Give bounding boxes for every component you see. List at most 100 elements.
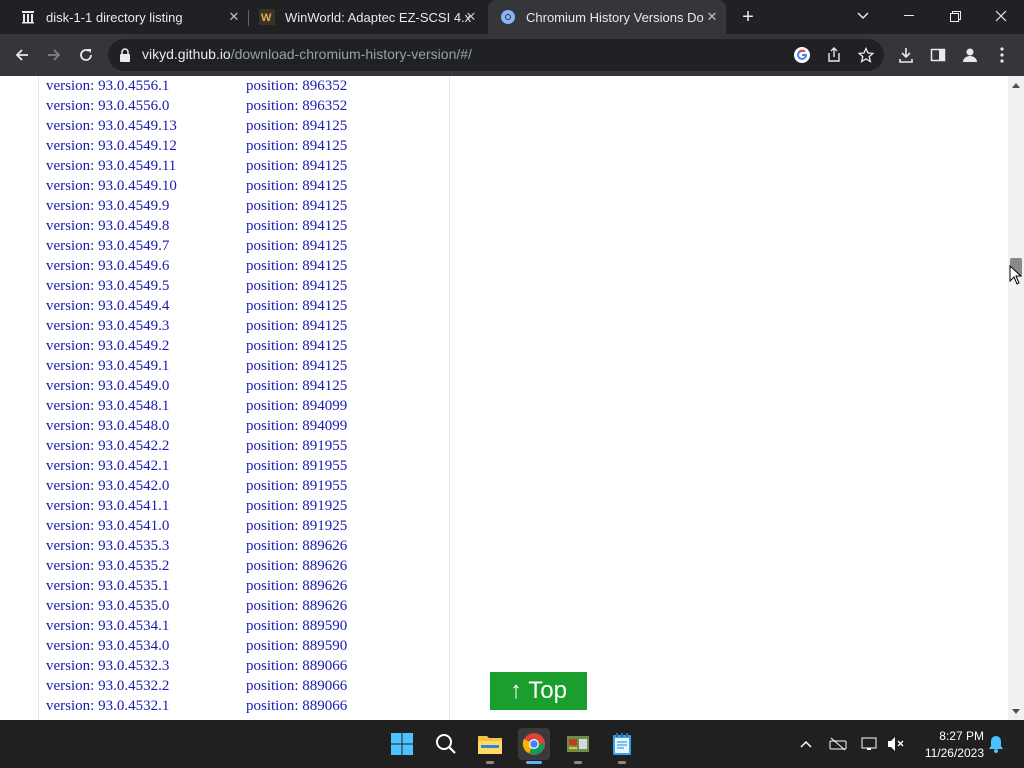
new-tab-button[interactable]: +: [736, 6, 760, 28]
scroll-up-arrow-icon[interactable]: [1008, 78, 1024, 92]
version-link[interactable]: version: 93.0.4549.1: [46, 358, 169, 375]
position-link[interactable]: position: 894125: [246, 178, 347, 195]
chrome-icon[interactable]: [518, 728, 550, 764]
version-link[interactable]: version: 93.0.4549.10: [46, 178, 177, 195]
position-link[interactable]: position: 894125: [246, 318, 347, 335]
version-link[interactable]: version: 93.0.4532.2: [46, 678, 169, 695]
position-link[interactable]: position: 891955: [246, 478, 347, 495]
position-link[interactable]: position: 894125: [246, 278, 347, 295]
position-link[interactable]: position: 889590: [246, 638, 347, 655]
position-link[interactable]: position: 889626: [246, 538, 347, 555]
version-link[interactable]: version: 93.0.4535.2: [46, 558, 169, 575]
reload-button[interactable]: [74, 43, 98, 67]
close-icon[interactable]: ✕: [463, 9, 479, 25]
notification-bell-icon[interactable]: [986, 734, 1006, 754]
position-link[interactable]: position: 894125: [246, 118, 347, 135]
version-link[interactable]: version: 93.0.4534.0: [46, 638, 169, 655]
chevron-up-icon[interactable]: [796, 734, 816, 754]
version-link[interactable]: version: 93.0.4549.8: [46, 218, 169, 235]
share-icon[interactable]: [824, 45, 844, 65]
menu-icon[interactable]: [990, 43, 1014, 67]
close-window-button[interactable]: [978, 0, 1024, 32]
side-panel-icon[interactable]: [926, 43, 950, 67]
minimize-button[interactable]: [886, 0, 932, 32]
version-link[interactable]: version: 93.0.4542.0: [46, 478, 169, 495]
version-link[interactable]: version: 93.0.4549.5: [46, 278, 169, 295]
position-link[interactable]: position: 894125: [246, 158, 347, 175]
version-link[interactable]: version: 93.0.4549.7: [46, 238, 169, 255]
position-link[interactable]: position: 891955: [246, 438, 347, 455]
position-link[interactable]: position: 894125: [246, 358, 347, 375]
address-bar[interactable]: vikyd.github.io/download-chromium-histor…: [108, 39, 884, 71]
app-icon[interactable]: [562, 728, 594, 764]
forward-button[interactable]: [42, 43, 66, 67]
version-link[interactable]: version: 93.0.4556.1: [46, 78, 169, 95]
version-link[interactable]: version: 93.0.4534.1: [46, 618, 169, 635]
position-link[interactable]: position: 894099: [246, 418, 347, 435]
version-link[interactable]: version: 93.0.4549.11: [46, 158, 176, 175]
version-link[interactable]: version: 93.0.4549.12: [46, 138, 177, 155]
position-link[interactable]: position: 889626: [246, 578, 347, 595]
lock-icon[interactable]: [118, 47, 132, 68]
position-link[interactable]: position: 896352: [246, 98, 347, 115]
position-link[interactable]: position: 891955: [246, 458, 347, 475]
restore-button[interactable]: [932, 0, 978, 32]
tab-winworld[interactable]: W WinWorld: Adaptec EZ-SCSI 4.x ✕: [249, 0, 485, 34]
position-link[interactable]: position: 894125: [246, 238, 347, 255]
position-link[interactable]: position: 894125: [246, 258, 347, 275]
volume-muted-icon[interactable]: [886, 734, 906, 754]
tab-search-button[interactable]: [840, 0, 886, 32]
position-link[interactable]: position: 889066: [246, 658, 347, 675]
tab-chromium-history[interactable]: Chromium History Versions Dow ✕: [488, 0, 726, 34]
version-link[interactable]: version: 93.0.4535.0: [46, 598, 169, 615]
bookmark-star-icon[interactable]: [856, 45, 876, 65]
close-icon[interactable]: ✕: [226, 9, 242, 25]
version-link[interactable]: version: 93.0.4535.3: [46, 538, 169, 555]
position-link[interactable]: position: 889626: [246, 598, 347, 615]
version-link[interactable]: version: 93.0.4541.0: [46, 518, 169, 535]
position-link[interactable]: position: 891925: [246, 518, 347, 535]
position-link[interactable]: position: 889066: [246, 698, 347, 715]
version-link[interactable]: version: 93.0.4541.1: [46, 498, 169, 515]
clock[interactable]: 8:27 PM 11/26/2023: [912, 728, 984, 762]
version-link[interactable]: version: 93.0.4549.4: [46, 298, 169, 315]
version-link[interactable]: version: 93.0.4535.1: [46, 578, 169, 595]
version-link[interactable]: version: 93.0.4532.1: [46, 698, 169, 715]
close-icon[interactable]: ✕: [704, 9, 720, 25]
position-link[interactable]: position: 894099: [246, 398, 347, 415]
position-link[interactable]: position: 889066: [246, 678, 347, 695]
search-icon[interactable]: [430, 728, 462, 760]
version-link[interactable]: version: 93.0.4542.2: [46, 438, 169, 455]
version-link[interactable]: version: 93.0.4548.1: [46, 398, 169, 415]
version-link[interactable]: version: 93.0.4549.0: [46, 378, 169, 395]
version-link[interactable]: version: 93.0.4556.0: [46, 98, 169, 115]
position-link[interactable]: position: 891925: [246, 498, 347, 515]
version-link[interactable]: version: 93.0.4549.6: [46, 258, 169, 275]
scroll-to-top-button[interactable]: ↑ Top: [490, 672, 587, 710]
version-link[interactable]: version: 93.0.4542.1: [46, 458, 169, 475]
version-link[interactable]: version: 93.0.4549.2: [46, 338, 169, 355]
google-lens-icon[interactable]: [792, 45, 812, 65]
position-link[interactable]: position: 894125: [246, 338, 347, 355]
network-icon[interactable]: [860, 734, 880, 754]
position-link[interactable]: position: 894125: [246, 138, 347, 155]
version-link[interactable]: version: 93.0.4549.9: [46, 198, 169, 215]
tab-disk-listing[interactable]: disk-1-1 directory listing ✕: [0, 0, 248, 34]
drive-icon[interactable]: [828, 734, 848, 754]
vertical-scrollbar[interactable]: [1008, 76, 1024, 720]
version-link[interactable]: version: 93.0.4532.3: [46, 658, 169, 675]
scroll-down-arrow-icon[interactable]: [1008, 704, 1024, 718]
windows-start-icon[interactable]: [386, 728, 418, 760]
position-link[interactable]: position: 894125: [246, 378, 347, 395]
file-explorer-icon[interactable]: [474, 728, 506, 764]
back-button[interactable]: [10, 43, 34, 67]
position-link[interactable]: position: 889590: [246, 618, 347, 635]
notepad-icon[interactable]: [606, 728, 638, 764]
version-link[interactable]: version: 93.0.4548.0: [46, 418, 169, 435]
profile-icon[interactable]: [958, 43, 982, 67]
download-icon[interactable]: [894, 43, 918, 67]
position-link[interactable]: position: 894125: [246, 218, 347, 235]
position-link[interactable]: position: 896352: [246, 78, 347, 95]
version-link[interactable]: version: 93.0.4549.3: [46, 318, 169, 335]
version-link[interactable]: version: 93.0.4549.13: [46, 118, 177, 135]
